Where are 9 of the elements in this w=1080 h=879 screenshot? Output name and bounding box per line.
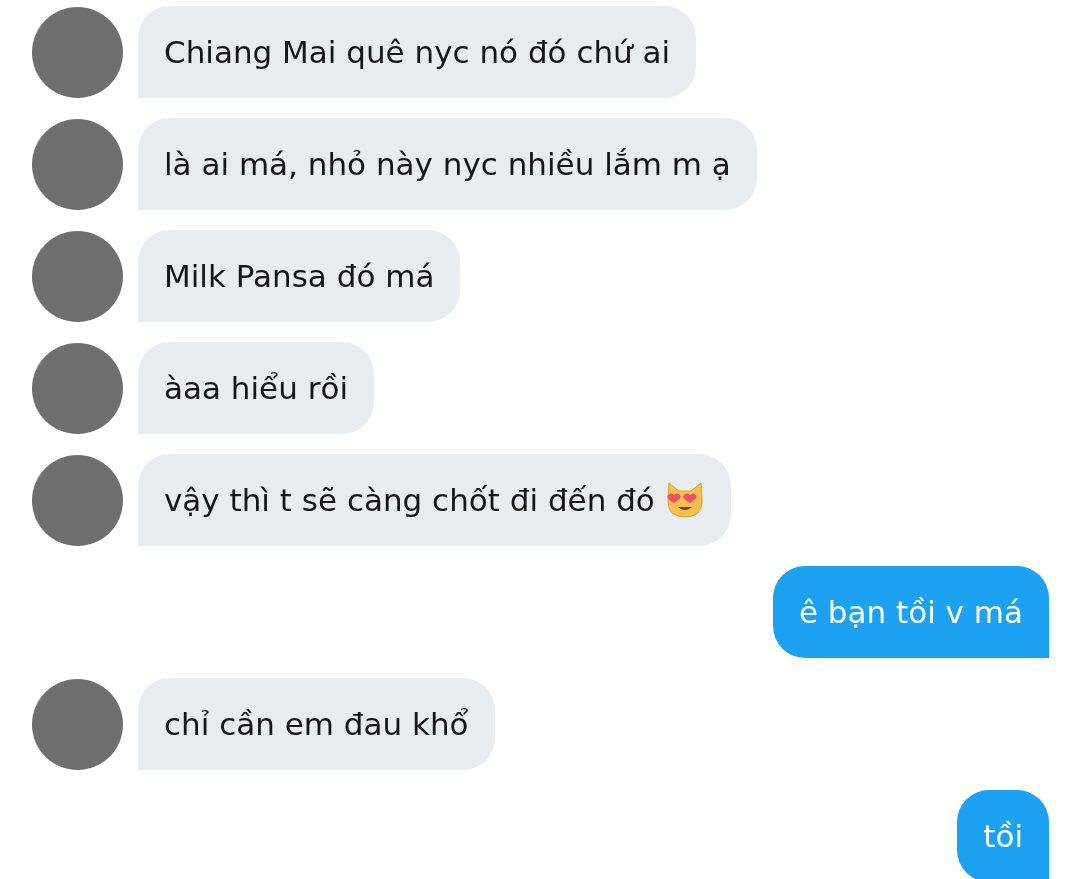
message-bubble: chỉ cần em đau khổ [138,678,495,770]
message-bubble: àaa hiểu rồi [138,342,374,434]
message-bubble: vậy thì t sẽ càng chốt đi đến đó [138,454,731,546]
heart-eyes-cat-emoji-icon [664,481,705,519]
message-bubble: tồi [957,790,1049,879]
message-bubble: Milk Pansa đó má [138,230,461,322]
message-bubble: là ai má, nhỏ này nyc nhiều lắm m ạ [138,118,757,210]
message-bubble: ê bạn tồi v má [772,566,1049,658]
message-bubble: Chiang Mai quê nyc nó đó chứ ai [138,6,697,98]
